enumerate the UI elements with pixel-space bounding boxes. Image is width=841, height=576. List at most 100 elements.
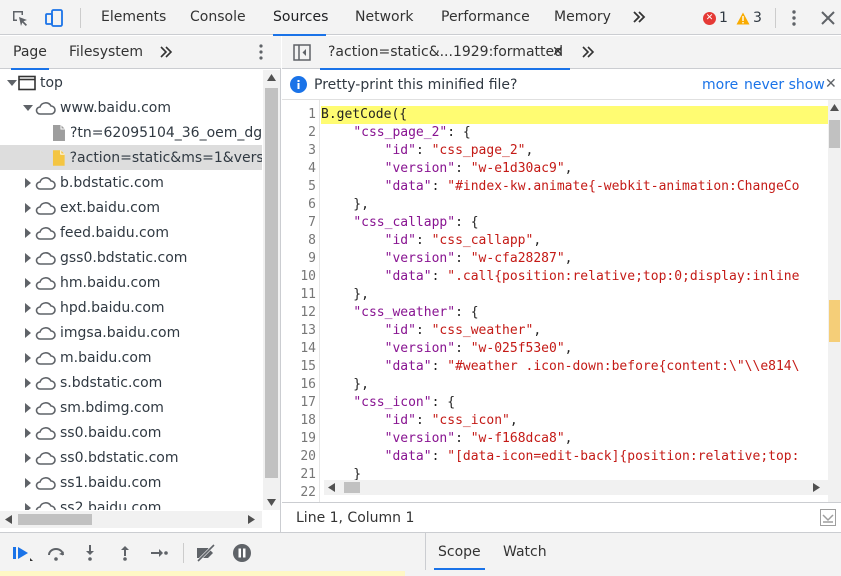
tree-item[interactable]: gss0.bdstatic.com	[0, 245, 262, 270]
collapsed-triangle-icon[interactable]	[22, 402, 34, 414]
collapsed-triangle-icon[interactable]	[22, 202, 34, 214]
tab-sources[interactable]: Sources	[273, 0, 328, 36]
scroll-left-arrow-icon[interactable]	[328, 483, 335, 492]
code-vertical-scrollbar[interactable]	[828, 100, 841, 502]
line-number[interactable]: 2	[282, 124, 316, 142]
collapsed-triangle-icon[interactable]	[22, 252, 34, 264]
line-number[interactable]: 12	[282, 304, 316, 322]
file-tab[interactable]: ?action=static&...1929:formatted ✕	[320, 36, 570, 70]
scroll-up-arrow-icon[interactable]	[267, 74, 276, 81]
line-number[interactable]: 7	[282, 214, 316, 232]
tree-item[interactable]: m.baidu.com	[0, 345, 262, 370]
collapsed-triangle-icon[interactable]	[22, 352, 34, 364]
coverage-toggle-icon[interactable]	[820, 509, 836, 526]
collapsed-triangle-icon[interactable]	[22, 277, 34, 289]
code-view[interactable]: 1 2 3 4 5 6 7 8 9 10 11 12 13 14 15 16 17 18 19 20 21 22 B.ge…	[282, 100, 841, 502]
collapsed-triangle-icon[interactable]	[22, 502, 34, 511]
horizontal-scrollbar[interactable]	[0, 511, 262, 528]
line-number[interactable]: 18	[282, 412, 316, 430]
tab-page[interactable]: Page	[11, 36, 49, 70]
step-into-icon[interactable]	[80, 543, 100, 563]
tab-scope[interactable]: Scope	[434, 533, 485, 570]
line-number[interactable]: 19	[282, 430, 316, 448]
tree-item[interactable]: ?tn=62095104_36_oem_dg	[0, 120, 262, 145]
expanded-triangle-icon[interactable]	[22, 102, 34, 114]
line-number[interactable]: 13	[282, 322, 316, 340]
collapsed-triangle-icon[interactable]	[22, 452, 34, 464]
line-number[interactable]: 21	[282, 466, 316, 484]
scroll-right-arrow-icon[interactable]	[813, 483, 820, 492]
line-number[interactable]: 16	[282, 376, 316, 394]
line-number[interactable]: 15	[282, 358, 316, 376]
scroll-down-arrow-icon[interactable]	[267, 499, 276, 506]
scroll-right-arrow-icon[interactable]	[248, 515, 255, 524]
toggle-navigator-icon[interactable]	[293, 44, 311, 61]
more-link[interactable]: more	[702, 77, 738, 93]
step-icon[interactable]	[149, 543, 169, 563]
tab-elements[interactable]: Elements	[101, 0, 166, 35]
line-number[interactable]: 14	[282, 340, 316, 358]
line-number[interactable]: 6	[282, 196, 316, 214]
customize-menu-kebab-icon[interactable]	[784, 8, 804, 28]
line-number[interactable]: 22	[282, 484, 316, 502]
pause-on-exceptions-icon[interactable]	[232, 543, 252, 563]
tree-item[interactable]: sm.bdimg.com	[0, 395, 262, 420]
line-number[interactable]: 11	[282, 286, 316, 304]
code-horizontal-scrollbar[interactable]	[324, 480, 828, 495]
tree-item[interactable]: hpd.baidu.com	[0, 295, 262, 320]
scrollbar-thumb[interactable]	[18, 514, 92, 525]
line-number[interactable]: 20	[282, 448, 316, 466]
vertical-scrollbar[interactable]	[263, 70, 280, 510]
tab-console[interactable]: Console	[190, 0, 246, 35]
line-number[interactable]: 9	[282, 250, 316, 268]
collapsed-triangle-icon[interactable]	[22, 177, 34, 189]
inspect-element-icon[interactable]	[10, 8, 30, 28]
error-count-badge[interactable]: ✕ 1	[703, 9, 728, 27]
collapsed-triangle-icon[interactable]	[22, 377, 34, 389]
tree-item[interactable]: ?action=static&ms=1&versi	[0, 145, 262, 170]
line-number[interactable]: 8	[282, 232, 316, 250]
collapsed-triangle-icon[interactable]	[22, 327, 34, 339]
line-number[interactable]: 3	[282, 142, 316, 160]
tab-watch[interactable]: Watch	[503, 533, 547, 570]
tree-item[interactable]: feed.baidu.com	[0, 220, 262, 245]
tree-item[interactable]: b.bdstatic.com	[0, 170, 262, 195]
device-toolbar-icon[interactable]	[44, 8, 64, 28]
scrollbar-thumb[interactable]	[344, 482, 360, 493]
more-tabs-chevron-icon[interactable]	[631, 9, 651, 29]
tab-performance[interactable]: Performance	[441, 0, 530, 35]
line-number[interactable]: 5	[282, 178, 316, 196]
step-over-icon[interactable]	[46, 543, 66, 563]
scrollbar-thumb[interactable]	[265, 88, 278, 478]
never-show-link[interactable]: never show	[744, 77, 825, 93]
tree-item[interactable]: ss1.baidu.com	[0, 470, 262, 495]
deactivate-breakpoints-icon[interactable]	[195, 543, 216, 563]
tree-item[interactable]: s.bdstatic.com	[0, 370, 262, 395]
scrollbar-thumb[interactable]	[829, 120, 840, 148]
close-tab-icon[interactable]: ✕	[552, 36, 564, 68]
collapsed-triangle-icon[interactable]	[22, 227, 34, 239]
warning-count-badge[interactable]: 3	[736, 9, 762, 27]
more-tabs-chevron-icon[interactable]	[159, 45, 173, 59]
tree-item[interactable]: ss2.baidu.com	[0, 495, 262, 510]
collapsed-triangle-icon[interactable]	[22, 427, 34, 439]
tree-item[interactable]: top	[0, 70, 262, 95]
close-infobar-icon[interactable]: ✕	[825, 76, 837, 92]
close-devtools-icon[interactable]	[818, 8, 838, 28]
scroll-up-arrow-icon[interactable]	[830, 104, 839, 111]
scroll-left-arrow-icon[interactable]	[5, 515, 12, 524]
resume-script-icon[interactable]	[12, 543, 33, 563]
tree-item[interactable]: www.baidu.com	[0, 95, 262, 120]
expanded-triangle-icon[interactable]	[6, 77, 18, 89]
tab-network[interactable]: Network	[355, 0, 413, 35]
tree-item[interactable]: ext.baidu.com	[0, 195, 262, 220]
tab-filesystem[interactable]: Filesystem	[69, 36, 143, 69]
line-number[interactable]: 10	[282, 268, 316, 286]
line-number[interactable]: 17	[282, 394, 316, 412]
step-out-icon[interactable]	[115, 543, 135, 563]
line-number[interactable]: 4	[282, 160, 316, 178]
more-tabs-chevron-icon[interactable]	[581, 45, 595, 59]
tab-memory[interactable]: Memory	[554, 0, 611, 35]
navigator-menu-kebab-icon[interactable]	[253, 43, 269, 61]
line-number[interactable]: 1	[282, 106, 316, 124]
